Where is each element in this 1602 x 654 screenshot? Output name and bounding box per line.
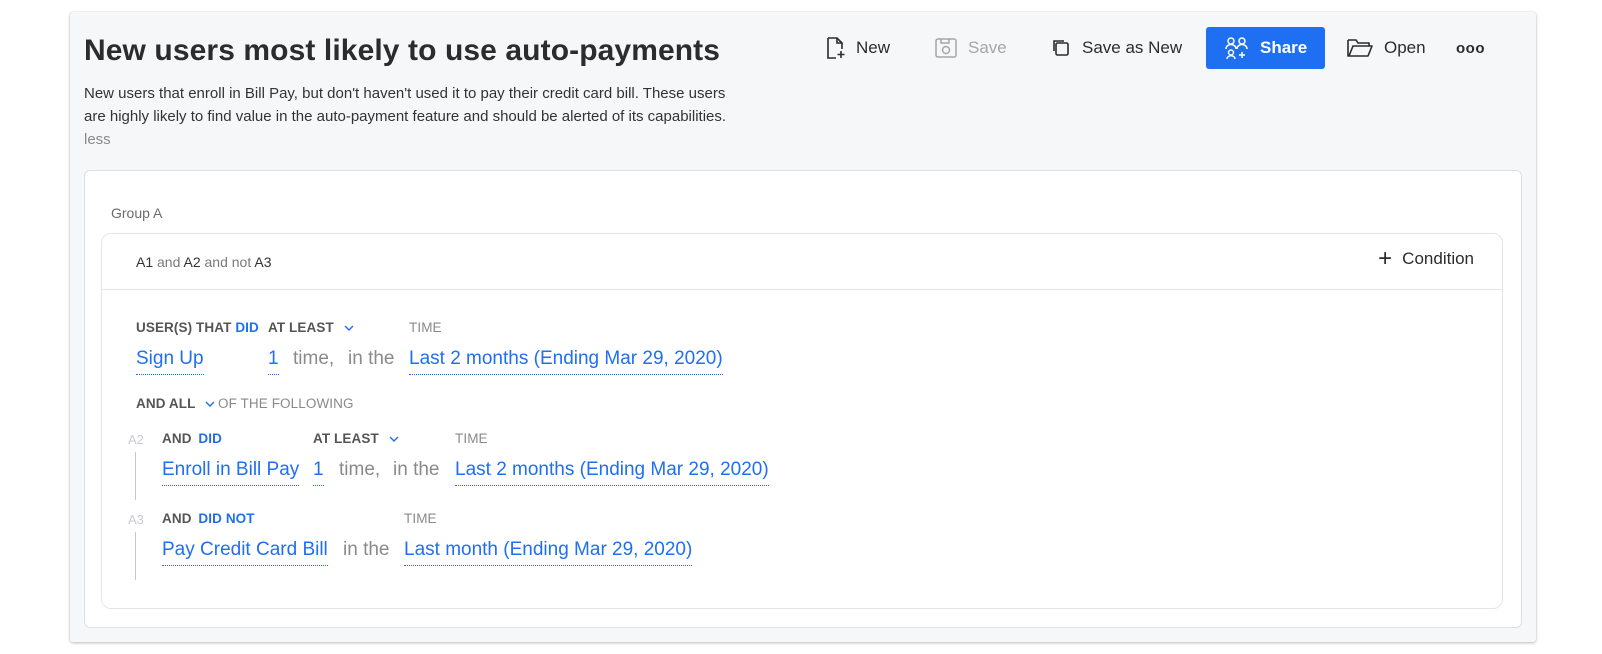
did-toggle[interactable]: DID	[235, 320, 259, 335]
a2-event-select[interactable]: Enroll in Bill Pay	[162, 459, 300, 486]
a2-at-least-label: AT LEAST	[313, 431, 379, 446]
plus-icon: +	[1378, 245, 1393, 272]
share-button[interactable]: Share	[1206, 27, 1326, 69]
a2-and-did-header: AND DID	[162, 431, 222, 446]
of-the-following: OF THE FOLLOWING	[218, 396, 354, 411]
a3-in-the-text: in the	[343, 539, 390, 560]
more-options-button[interactable]: ooo	[1456, 27, 1485, 69]
less-link[interactable]: less	[84, 131, 111, 148]
event-select-sign-up[interactable]: Sign Up	[136, 348, 204, 375]
page-description: New users that enroll in Bill Pay, but d…	[84, 82, 744, 151]
save-label: Save	[968, 38, 1007, 57]
a3-time-header: TIME	[404, 511, 437, 526]
a3-time-range-select[interactable]: Last month (Ending Mar 29, 2020)	[404, 539, 693, 566]
open-label: Open	[1384, 38, 1426, 57]
logic-a1: A1	[136, 254, 154, 270]
a2-time-header: TIME	[455, 431, 488, 446]
group-label: Group A	[111, 205, 163, 221]
more-options-icon: ooo	[1456, 39, 1485, 57]
save-as-new-label: Save as New	[1082, 38, 1183, 57]
and-all-label: AND ALL	[136, 396, 196, 411]
in-the-text: in the	[348, 348, 395, 369]
at-least-label: AT LEAST	[268, 320, 334, 335]
condition-connector	[135, 452, 136, 500]
logic-a2: A2	[183, 254, 201, 270]
logic-a3: A3	[254, 254, 272, 270]
condition-block: A1 and A2 and not A3 + Condition USER(S)…	[101, 233, 1503, 609]
count-input[interactable]: 1	[268, 348, 279, 375]
a2-time-word: time,	[339, 459, 381, 480]
a3-event-select[interactable]: Pay Credit Card Bill	[162, 539, 328, 566]
a2-in-the-text: in the	[393, 459, 440, 480]
users-add-icon	[1224, 36, 1250, 60]
users-that-label: USER(S) THAT	[136, 320, 232, 335]
time-word: time,	[293, 348, 335, 369]
a2-and-label: AND	[162, 431, 192, 446]
chevron-down-icon	[205, 401, 215, 408]
copy-icon	[1050, 37, 1072, 59]
report-card: New users most likely to use auto-paymen…	[70, 12, 1536, 642]
open-button[interactable]: Open	[1346, 27, 1426, 69]
group-a: Group A A1 and A2 and not A3 + Condition…	[84, 170, 1522, 628]
folder-icon	[1346, 37, 1374, 59]
a2-did-toggle[interactable]: DID	[198, 431, 222, 446]
a3-and-label: AND	[162, 511, 192, 526]
and-all-dropdown[interactable]: AND ALL	[136, 396, 215, 411]
page-title: New users most likely to use auto-paymen…	[84, 34, 721, 67]
new-label: New	[856, 38, 891, 57]
users-that-header: USER(S) THAT DID	[136, 320, 259, 335]
save-button[interactable]: Save	[934, 27, 1007, 69]
a3-did-not-toggle[interactable]: DID NOT	[198, 511, 254, 526]
a3-and-did-not-header: AND DID NOT	[162, 511, 255, 526]
chevron-down-icon	[344, 325, 354, 332]
condition-id-a2: A2	[128, 432, 144, 447]
share-label: Share	[1260, 38, 1308, 57]
logic-and: and	[157, 254, 181, 270]
condition-connector	[135, 532, 136, 580]
save-as-new-button[interactable]: Save as New	[1050, 27, 1182, 69]
chevron-down-icon	[389, 436, 399, 443]
condition-block-header: A1 and A2 and not A3 + Condition	[102, 234, 1502, 290]
add-condition-button[interactable]: + Condition	[1378, 245, 1474, 272]
a2-at-least-dropdown[interactable]: AT LEAST	[313, 431, 399, 446]
description-text: New users that enroll in Bill Pay, but d…	[84, 85, 727, 125]
condition-id-a3: A3	[128, 512, 144, 527]
time-header: TIME	[409, 320, 442, 335]
save-icon	[934, 36, 958, 60]
at-least-dropdown[interactable]: AT LEAST	[268, 320, 354, 335]
new-button[interactable]: New	[824, 27, 890, 69]
add-condition-label: Condition	[1402, 249, 1474, 268]
new-file-icon	[824, 36, 846, 60]
a2-time-range-select[interactable]: Last 2 months (Ending Mar 29, 2020)	[455, 459, 769, 486]
a2-count-input[interactable]: 1	[313, 459, 324, 486]
time-range-select[interactable]: Last 2 months (Ending Mar 29, 2020)	[409, 348, 723, 375]
logic-expression: A1 and A2 and not A3	[136, 254, 271, 270]
logic-and-not: and not	[204, 254, 252, 270]
